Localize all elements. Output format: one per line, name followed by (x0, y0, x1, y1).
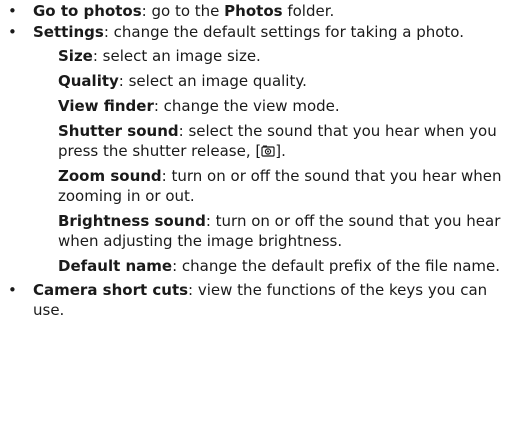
sub-term: Shutter sound (58, 122, 179, 140)
list-item-camera-short-cuts: • Camera short cuts: view the functions … (8, 280, 523, 320)
sub-term: View finder (58, 97, 154, 115)
camera-key-icon (261, 145, 275, 157)
bullet: • (8, 2, 17, 20)
bullet: • (8, 23, 17, 41)
sub-description: : change the default prefix of the file … (172, 257, 501, 275)
sub-description: : select an image quality. (118, 72, 307, 90)
sub-item-view-finder: View finder: change the view mode. (33, 96, 523, 116)
list-item-settings: • Settings: change the default settings … (8, 22, 523, 276)
sub-description: : select an image size. (92, 47, 261, 65)
description: : go to the (141, 2, 225, 20)
sub-item-zoom-sound: Zoom sound: turn on or off the sound tha… (33, 166, 523, 206)
sub-term: Brightness sound (58, 212, 206, 230)
description: : change the default settings for taking… (103, 23, 464, 41)
sub-item-shutter-sound: Shutter sound: select the sound that you… (33, 121, 523, 161)
folder-name: Photos (224, 2, 283, 20)
sub-item-brightness-sound: Brightness sound: turn on or off the sou… (33, 211, 523, 251)
list-item-go-to-photos: • Go to photos: go to the Photos folder. (8, 1, 523, 21)
sub-term: Quality (58, 72, 119, 90)
manual-page: • Go to photos: go to the Photos folder.… (0, 0, 523, 320)
term: Camera short cuts (33, 281, 189, 299)
bullet: • (8, 281, 17, 299)
sub-description: : change the view mode. (153, 97, 340, 115)
sub-term: Size (58, 47, 93, 65)
sub-description-end: ]. (275, 142, 286, 160)
term: Settings (33, 23, 104, 41)
sub-item-quality: Quality: select an image quality. (33, 71, 523, 91)
term: Go to photos (33, 2, 142, 20)
description-end: folder. (282, 2, 335, 20)
sub-term: Zoom sound (58, 167, 162, 185)
sub-item-size: Size: select an image size. (33, 46, 523, 66)
sub-item-default-name: Default name: change the default prefix … (33, 256, 523, 276)
sub-term: Default name (58, 257, 173, 275)
